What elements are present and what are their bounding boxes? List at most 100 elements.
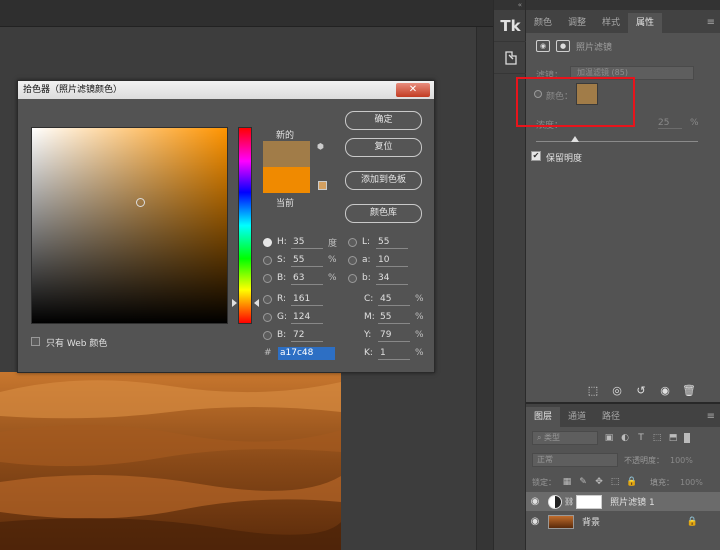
hue-marker-right[interactable] bbox=[254, 299, 259, 307]
view-previous-icon[interactable]: ◎ bbox=[610, 384, 624, 398]
field-cyan[interactable]: C: 45 % bbox=[364, 292, 425, 306]
layer-row-background[interactable]: ◉ 背景 🔒 bbox=[526, 512, 720, 531]
red-radio[interactable] bbox=[263, 294, 272, 304]
blue-radio[interactable] bbox=[263, 330, 272, 340]
color-radio[interactable] bbox=[534, 90, 542, 98]
web-colors-checkbox[interactable] bbox=[31, 337, 40, 346]
opacity-value[interactable]: 100% bbox=[670, 456, 693, 465]
reset-button[interactable]: 复位 bbox=[345, 138, 422, 157]
field-value[interactable]: 55 bbox=[378, 311, 410, 324]
green-radio[interactable] bbox=[263, 312, 272, 322]
brightness-radio[interactable] bbox=[263, 273, 272, 283]
field-lab-l[interactable]: L: 55 bbox=[348, 235, 413, 249]
density-value[interactable]: 25 bbox=[658, 118, 682, 129]
field-hue[interactable]: H: 35 度 bbox=[263, 235, 338, 249]
field-red[interactable]: R: 161 bbox=[263, 292, 328, 306]
field-blue[interactable]: B: 72 bbox=[263, 328, 328, 342]
lock-artboard-icon[interactable]: ⬚ bbox=[610, 477, 620, 487]
lock-all-icon[interactable]: 🔒 bbox=[626, 477, 637, 487]
type-filter-icon[interactable]: T bbox=[636, 433, 646, 443]
tab-styles[interactable]: 样式 bbox=[594, 13, 628, 33]
tab-paths[interactable]: 路径 bbox=[594, 407, 628, 427]
visibility-icon[interactable]: ◉ bbox=[658, 384, 672, 398]
kind-filter-select[interactable]: ⌕ 类型 bbox=[532, 431, 598, 445]
field-value[interactable]: 63 bbox=[291, 272, 323, 285]
filter-select[interactable]: 加温滤镜 (85) bbox=[570, 66, 694, 80]
field-value[interactable]: 124 bbox=[291, 311, 323, 324]
shape-filter-icon[interactable]: ⬚ bbox=[652, 433, 662, 443]
density-label: 浓度： bbox=[536, 121, 564, 131]
vertical-scrollbar[interactable] bbox=[476, 27, 493, 550]
field-value[interactable]: 55 bbox=[376, 236, 408, 249]
lock-paint-icon[interactable]: ✎ bbox=[578, 477, 588, 487]
field-value[interactable]: 55 bbox=[291, 254, 323, 267]
field-value[interactable]: 1 bbox=[378, 347, 410, 360]
panel-menu-icon[interactable]: ≡ bbox=[702, 13, 720, 33]
density-slider-track[interactable] bbox=[536, 141, 698, 142]
field-brightness[interactable]: B: 63 % bbox=[263, 271, 338, 285]
lab-a-radio[interactable] bbox=[348, 255, 357, 265]
smart-filter-icon[interactable]: ⬒ bbox=[668, 433, 678, 443]
hex-input[interactable]: a17c48 bbox=[278, 347, 335, 360]
layer-mask-thumb[interactable] bbox=[576, 494, 603, 509]
ok-button[interactable]: 确定 bbox=[345, 111, 422, 130]
tab-layers[interactable]: 图层 bbox=[526, 407, 561, 427]
field-saturation[interactable]: S: 55 % bbox=[263, 253, 338, 267]
field-value[interactable]: 161 bbox=[291, 293, 323, 306]
color-cursor[interactable] bbox=[136, 198, 145, 207]
gamut-warning-icon[interactable]: ⬢ bbox=[317, 142, 324, 151]
clip-to-layer-icon[interactable]: ⬚ bbox=[586, 384, 600, 398]
layer-name[interactable]: 照片滤镜 1 bbox=[610, 495, 655, 508]
preserve-luminosity-checkbox[interactable]: ✔ bbox=[531, 151, 541, 161]
field-lab-b[interactable]: b: 34 bbox=[348, 271, 413, 285]
density-slider-knob[interactable] bbox=[571, 136, 579, 142]
tab-color[interactable]: 颜色 bbox=[526, 13, 560, 33]
layers-menu-icon[interactable]: ≡ bbox=[702, 407, 720, 427]
hue-marker-left[interactable] bbox=[232, 299, 237, 307]
lock-transparent-icon[interactable]: ▦ bbox=[562, 477, 572, 487]
visibility-eye-icon[interactable]: ◉ bbox=[526, 496, 544, 507]
field-value[interactable]: 35 bbox=[291, 236, 323, 249]
field-black[interactable]: K: 1 % bbox=[364, 346, 425, 360]
tab-properties[interactable]: 属性 bbox=[628, 13, 663, 33]
reset-icon[interactable]: ↺ bbox=[634, 384, 648, 398]
lock-move-icon[interactable]: ✥ bbox=[594, 477, 604, 487]
tab-adjustments[interactable]: 调整 bbox=[560, 13, 594, 33]
field-yellow[interactable]: Y: 79 % bbox=[364, 328, 425, 342]
field-green[interactable]: G: 124 bbox=[263, 310, 328, 324]
pixel-filter-icon[interactable]: ▣ bbox=[604, 433, 614, 443]
lab-b-radio[interactable] bbox=[348, 273, 357, 283]
field-value[interactable]: 34 bbox=[376, 272, 408, 285]
hue-slider[interactable] bbox=[238, 127, 252, 324]
current-color-swatch[interactable] bbox=[263, 167, 310, 193]
layer-name[interactable]: 背景 bbox=[582, 515, 600, 528]
blend-mode-select[interactable]: 正常 bbox=[532, 453, 618, 467]
filter-color-swatch[interactable] bbox=[576, 83, 598, 105]
collapse-arrows[interactable]: « bbox=[494, 0, 525, 10]
filter-toggle[interactable] bbox=[684, 433, 690, 443]
field-value[interactable]: 79 bbox=[378, 329, 410, 342]
hue-radio[interactable] bbox=[263, 237, 272, 247]
trash-icon[interactable]: 🗑 bbox=[682, 384, 696, 398]
field-magenta[interactable]: M: 55 % bbox=[364, 310, 425, 324]
field-lab-a[interactable]: a: 10 bbox=[348, 253, 413, 267]
tk-panel-button[interactable]: Tk bbox=[494, 10, 527, 42]
web-safe-swatch[interactable] bbox=[318, 181, 327, 190]
visibility-eye-icon[interactable]: ◉ bbox=[526, 516, 544, 527]
adjustment-panel-button[interactable] bbox=[494, 42, 527, 74]
close-button[interactable]: ✕ bbox=[396, 83, 430, 97]
color-libraries-button[interactable]: 颜色库 bbox=[345, 204, 422, 223]
dialog-titlebar[interactable]: 拾色器（照片滤镜颜色） ✕ bbox=[18, 81, 434, 99]
add-to-swatches-button[interactable]: 添加到色板 bbox=[345, 171, 422, 190]
field-value[interactable]: 10 bbox=[376, 254, 408, 267]
mask-icon[interactable]: ● bbox=[556, 40, 570, 52]
adjustment-filter-icon[interactable]: ◐ bbox=[620, 433, 630, 443]
saturation-radio[interactable] bbox=[263, 255, 272, 265]
field-value[interactable]: 72 bbox=[291, 329, 323, 342]
layer-row-photo-filter[interactable]: ◉ ⛓ 照片滤镜 1 bbox=[526, 492, 720, 511]
field-value[interactable]: 45 bbox=[378, 293, 410, 306]
lab-l-radio[interactable] bbox=[348, 237, 357, 247]
saturation-brightness-field[interactable] bbox=[31, 127, 228, 324]
tab-channels[interactable]: 通道 bbox=[560, 407, 594, 427]
fill-value[interactable]: 100% bbox=[680, 478, 703, 487]
